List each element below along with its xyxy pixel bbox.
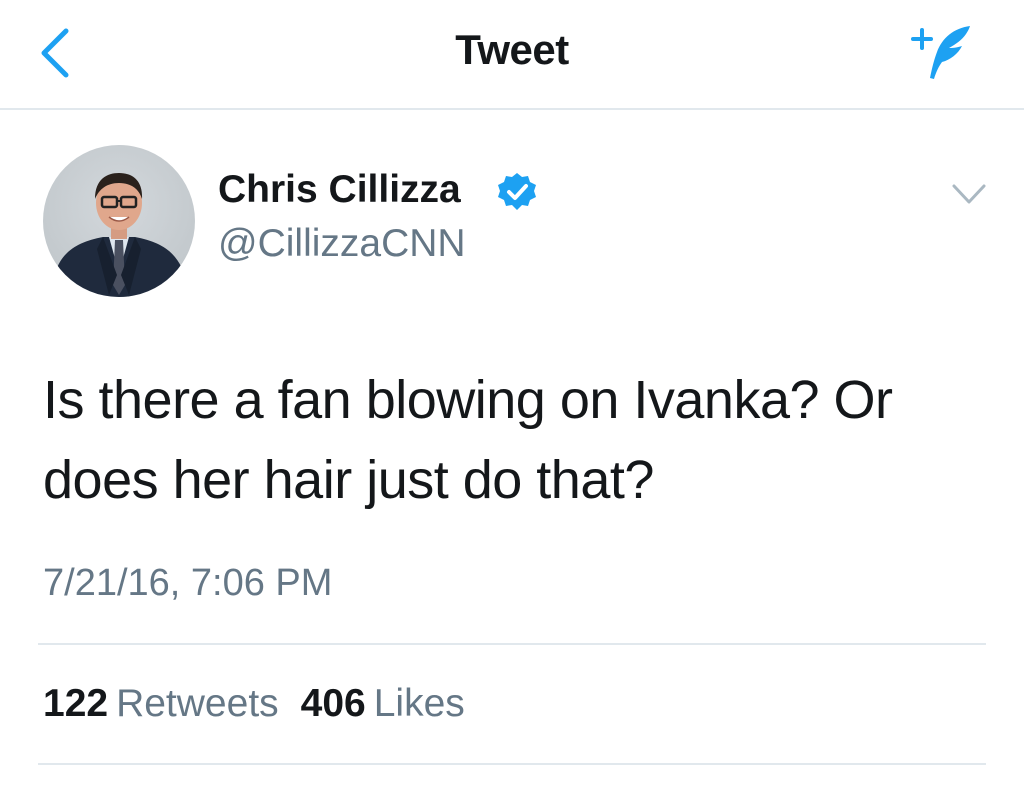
retweets-stat[interactable]: 122 Retweets (43, 682, 279, 725)
tweet-timestamp: 7/21/16, 7:06 PM (43, 562, 333, 604)
author-name[interactable]: Chris Cillizza (218, 168, 461, 212)
compose-tweet-icon[interactable] (906, 22, 982, 86)
avatar[interactable] (43, 145, 195, 297)
likes-label: Likes (373, 682, 465, 725)
avatar-photo (51, 173, 189, 297)
page-title: Tweet (455, 26, 569, 73)
divider (38, 643, 986, 645)
nav-bar: Tweet (0, 0, 1024, 110)
verified-badge-icon (498, 173, 536, 210)
tweet-detail: Chris Cillizza @CillizzaCNN Is there a f… (0, 110, 1024, 790)
divider (38, 763, 986, 765)
retweets-label: Retweets (116, 682, 279, 725)
retweets-count: 122 (43, 682, 109, 725)
chevron-down-icon[interactable] (950, 180, 988, 208)
likes-count: 406 (300, 682, 366, 725)
tweet-text: Is there a fan blowing on Ivanka? Or doe… (43, 370, 893, 510)
tweet-stats: 122 Retweets 406 Likes (43, 682, 487, 726)
author-handle[interactable]: @CillizzaCNN (218, 222, 466, 266)
likes-stat[interactable]: 406 Likes (301, 682, 465, 725)
